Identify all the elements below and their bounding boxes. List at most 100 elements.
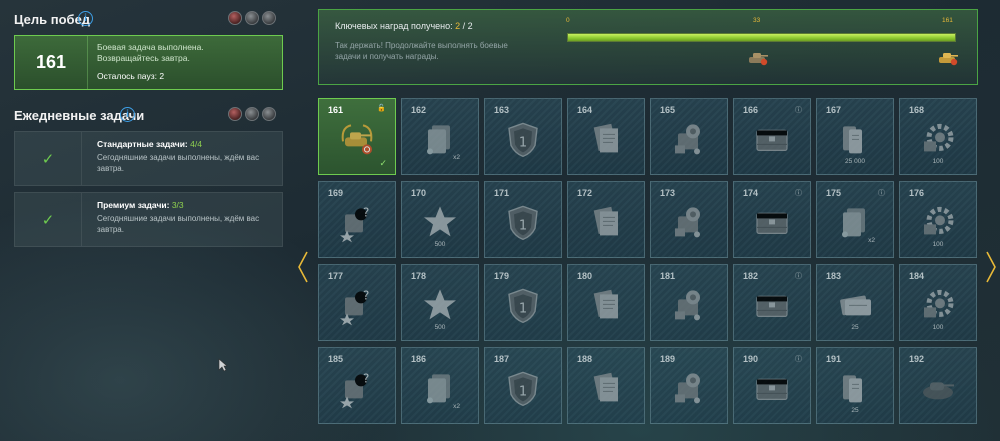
reward-cell[interactable]: 169? <box>318 181 396 258</box>
reward-cell[interactable]: 176 100 <box>899 181 977 258</box>
reward-tank-icon[interactable] <box>747 50 769 66</box>
shield-rank-icon: 1 <box>503 368 543 408</box>
win-goal-status: Боевая задача выполнена. Возвращайтесь з… <box>97 42 204 64</box>
mystery-crew-icon: ? <box>337 368 377 408</box>
reward-cell[interactable]: 166 ⓘ <box>733 98 811 175</box>
booster-icon <box>420 119 460 159</box>
shield-rank-icon: 1 <box>503 285 543 325</box>
prev-page-arrow-icon[interactable] <box>297 250 309 284</box>
star-icon <box>420 202 460 242</box>
reward-cell[interactable]: 179 1 <box>484 264 562 341</box>
reward-cell-number: 174 <box>743 188 759 198</box>
gear-icon <box>918 202 958 242</box>
reward-cell[interactable]: 177? <box>318 264 396 341</box>
win-goal-status-line1: Боевая задача выполнена. <box>97 42 204 52</box>
equipment-icon <box>669 202 709 242</box>
reward-cell[interactable]: 173 <box>650 181 728 258</box>
key-rewards-progress-fill <box>568 34 955 41</box>
reward-cell[interactable]: 171 1 <box>484 181 562 258</box>
reward-cell-number: 175 <box>826 188 842 198</box>
reward-cell-number: 188 <box>577 354 593 364</box>
reward-grid: 161 🔓 ✓ 162 x2 163 1 164 165 166 ⓘ 167 25 000 168 100 1… <box>318 98 979 424</box>
crate-icon <box>752 285 792 325</box>
reward-cell-number: 171 <box>494 188 510 198</box>
document-icon <box>586 202 626 242</box>
reward-cell[interactable]: 165 <box>650 98 728 175</box>
reward-cell[interactable]: 182 ⓘ <box>733 264 811 341</box>
info-icon[interactable]: ⓘ <box>795 271 802 281</box>
reward-cell-count: 100 <box>932 241 944 248</box>
reward-cell-number: 165 <box>660 105 676 115</box>
premium-tasks-count: 3/3 <box>171 200 184 210</box>
reward-cell[interactable]: 162 x2 <box>401 98 479 175</box>
reward-cell[interactable]: 172 <box>567 181 645 258</box>
info-icon[interactable]: ⓘ <box>795 188 802 198</box>
reward-cell-count: x2 <box>453 154 460 161</box>
shield-rank-icon: 1 <box>503 202 543 242</box>
win-goal-chips <box>228 11 276 25</box>
reward-cell[interactable]: 170 500 <box>401 181 479 258</box>
reward-cell[interactable]: 161 🔓 ✓ <box>318 98 396 175</box>
reward-cell[interactable]: 168 100 <box>899 98 977 175</box>
equipment-icon <box>669 119 709 159</box>
equipment-icon <box>669 285 709 325</box>
key-rewards-total: / 2 <box>462 21 473 31</box>
reward-cell-number: 192 <box>909 354 925 364</box>
reward-cell[interactable]: 167 25 000 <box>816 98 894 175</box>
reward-cell[interactable]: 190 ⓘ <box>733 347 811 424</box>
reward-cell-number: 167 <box>826 105 842 115</box>
booster-icon <box>835 202 875 242</box>
info-icon[interactable]: ⓘ <box>878 188 885 198</box>
reward-cell[interactable]: 180 <box>567 264 645 341</box>
key-rewards-text: Ключевых наград получено: <box>335 21 453 31</box>
reward-cell-count: 100 <box>932 158 944 165</box>
reward-cell[interactable]: 189 <box>650 347 728 424</box>
reward-cell[interactable]: 183 25 <box>816 264 894 341</box>
reward-cell[interactable]: 184 100 <box>899 264 977 341</box>
standard-tasks-count: 4/4 <box>190 139 202 149</box>
standard-tasks-label: Стандартные задачи: <box>97 139 188 149</box>
reward-cell[interactable]: 174 ⓘ <box>733 181 811 258</box>
premium-tasks-label: Премиум задачи: <box>97 200 170 210</box>
reward-tank-gold-icon[interactable] <box>937 50 959 66</box>
reward-cell-number: 186 <box>411 354 427 364</box>
key-rewards-progress-bar <box>567 33 956 42</box>
reward-cell-number: 190 <box>743 354 759 364</box>
reward-cell[interactable]: 192 <box>899 347 977 424</box>
reward-cell[interactable]: 178 500 <box>401 264 479 341</box>
reward-cell-number: 181 <box>660 271 676 281</box>
daily-tasks-info-icon[interactable]: i <box>120 107 135 122</box>
reward-cell-number: 163 <box>494 105 510 115</box>
reward-cell[interactable]: 164 <box>567 98 645 175</box>
reward-cell-number: 168 <box>909 105 925 115</box>
reward-cell[interactable]: 185? <box>318 347 396 424</box>
next-page-arrow-icon[interactable] <box>985 250 997 284</box>
reward-cell[interactable]: 181 <box>650 264 728 341</box>
reward-cell[interactable]: 187 1 <box>484 347 562 424</box>
premium-tasks-card[interactable]: ✓ Премиум задачи: 3/3 Сегодняшние задачи… <box>14 192 283 247</box>
key-rewards-label: Ключевых наград получено: 2 / 2 <box>335 21 473 31</box>
reward-cell-count: 100 <box>932 324 944 331</box>
star-icon <box>420 285 460 325</box>
win-goal-info-icon[interactable]: i <box>78 11 93 26</box>
reward-cell[interactable]: 191 25 <box>816 347 894 424</box>
standard-tasks-card[interactable]: ✓ Стандартные задачи: 4/4 Сегодняшние за… <box>14 131 283 186</box>
reward-cell[interactable]: 175 x2 ⓘ <box>816 181 894 258</box>
reward-cell[interactable]: 188 <box>567 347 645 424</box>
crate-icon <box>752 368 792 408</box>
document-icon <box>586 119 626 159</box>
reward-cell-number: 185 <box>328 354 344 364</box>
info-icon[interactable]: ⓘ <box>795 105 802 115</box>
credits-icon <box>835 119 875 159</box>
equipment-icon <box>669 368 709 408</box>
mouse-cursor-icon <box>218 358 228 372</box>
win-goal-status-line2: Возвращайтесь завтра. <box>97 53 190 63</box>
condition-icon <box>228 107 242 121</box>
premium-tasks-desc: Сегодняшние задачи выполнены, ждём вас з… <box>97 214 260 234</box>
document-icon <box>586 368 626 408</box>
reward-cell[interactable]: 163 1 <box>484 98 562 175</box>
pauses-remaining: Осталось пауз: 2 <box>97 71 165 81</box>
reward-cell[interactable]: 186 x2 <box>401 347 479 424</box>
info-icon[interactable]: ⓘ <box>795 354 802 364</box>
tank-reward-icon <box>337 119 377 159</box>
